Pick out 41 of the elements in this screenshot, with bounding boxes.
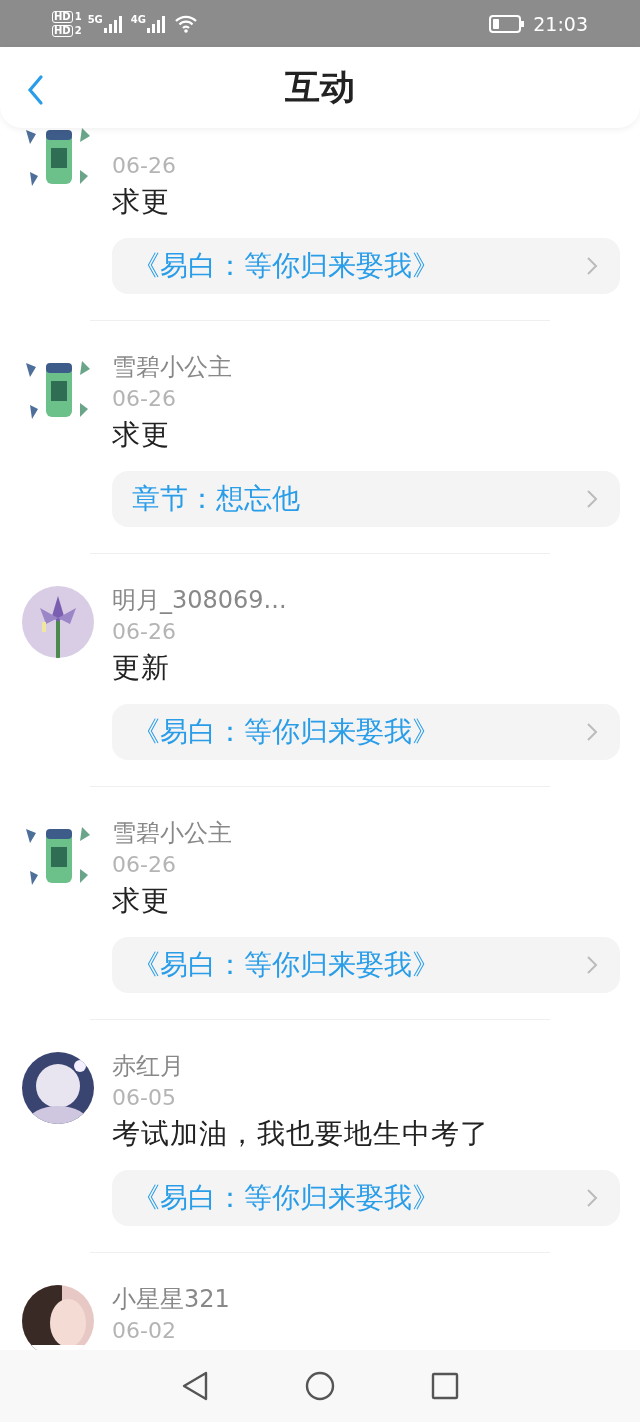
comment-text: 求更 (112, 883, 171, 919)
sim-slot: 1 (74, 11, 82, 22)
wifi-icon (174, 13, 198, 34)
signal-icon (146, 13, 168, 34)
comment-date: 06-02 (112, 1317, 177, 1345)
network-type: 5G (87, 13, 103, 25)
back-nav-button[interactable] (181, 1371, 209, 1401)
recents-nav-button[interactable] (431, 1372, 459, 1400)
book-link[interactable]: 章节：想忘他 (112, 471, 620, 527)
comment-date: 06-26 (112, 851, 177, 879)
user-name: 明月_308069... (112, 585, 288, 616)
battery-icon (489, 13, 526, 34)
hd-badge: HD (52, 24, 73, 37)
comment-text: 考试加油，我也要地生中考了 (112, 1116, 490, 1152)
signal-icon (102, 13, 125, 34)
comment-text: 求更 (112, 417, 171, 453)
home-nav-button[interactable] (305, 1371, 335, 1401)
chevron-right-icon (586, 955, 598, 975)
book-link[interactable]: 《易白：等你归来娶我》 (112, 937, 620, 993)
chevron-right-icon (586, 489, 598, 509)
comment-date: 06-26 (112, 152, 177, 180)
chevron-right-icon (586, 722, 598, 742)
sim-slot: 2 (74, 25, 82, 36)
user-name: 雪碧小公主 (112, 818, 233, 849)
comment-date: 06-26 (112, 385, 177, 413)
hd-badge: HD (52, 10, 73, 23)
user-name: 赤红月 (112, 1051, 185, 1082)
status-time: 21:03 (533, 12, 588, 35)
network-type: 4G (130, 13, 146, 25)
comment-text: 求更 (112, 184, 171, 220)
book-link[interactable]: 《易白：等你归来娶我》 (112, 1170, 620, 1226)
book-link[interactable]: 《易白：等你归来娶我》 (112, 238, 620, 294)
chevron-right-icon (586, 1188, 598, 1208)
chevron-right-icon (586, 256, 598, 276)
comment-text: 更新 (112, 650, 171, 686)
user-name: 小星星321 (112, 1284, 231, 1315)
page-title: 互动 (285, 66, 355, 109)
book-link[interactable]: 《易白：等你归来娶我》 (112, 704, 620, 760)
comment-date: 06-05 (112, 1084, 177, 1112)
user-name: 雪碧小公主 (112, 352, 233, 383)
comment-date: 06-26 (112, 618, 177, 646)
